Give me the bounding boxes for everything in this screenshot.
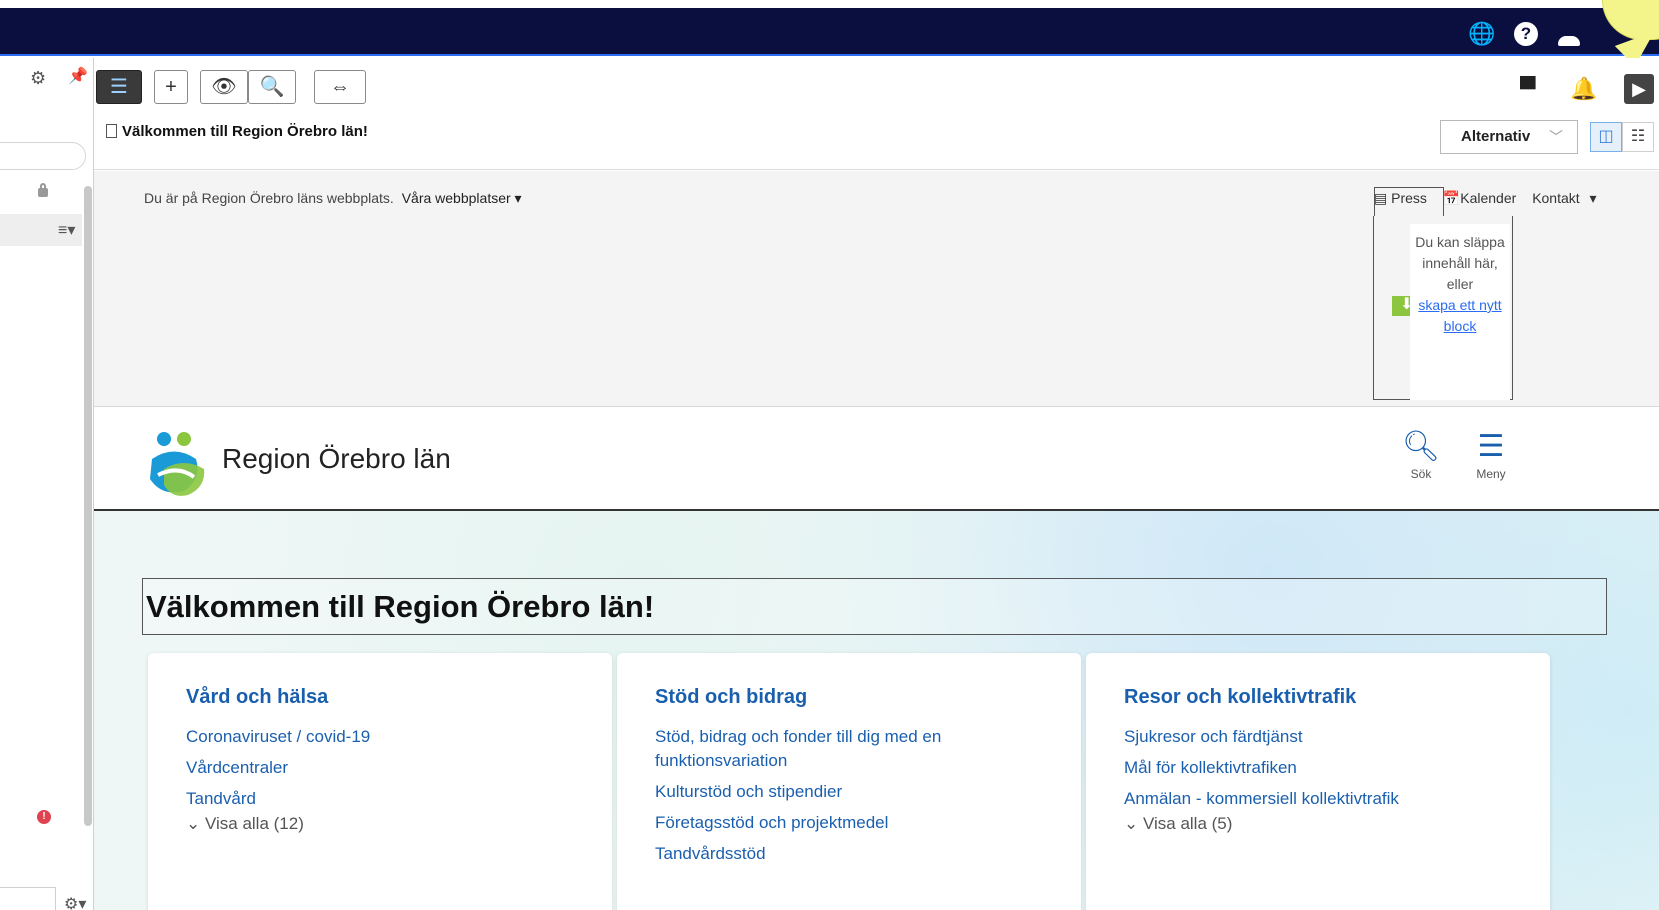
navigation-scrollbar[interactable] [84, 186, 92, 826]
card-vard-och-halsa: Vård och hälsa Coronaviruset / covid-19 … [148, 653, 612, 910]
welcome-heading[interactable]: Välkommen till Region Örebro län! [142, 578, 1607, 635]
region-logo[interactable] [144, 429, 210, 499]
card-link[interactable]: Tandvård [186, 787, 586, 811]
site-info-bar: Du är på Region Örebro läns webbplats. V… [144, 190, 522, 207]
preview-eye-button[interactable]: 👁 [200, 70, 248, 104]
press-label: Press [1391, 190, 1427, 206]
press-link[interactable]: ▤ Press [1374, 190, 1433, 206]
tree-search-input[interactable] [0, 142, 86, 170]
menu-button[interactable]: ☰ Meny [1466, 429, 1516, 481]
contact-label: Kontakt [1532, 190, 1580, 206]
notifications-bell-icon[interactable]: 🔔 [1570, 76, 1597, 102]
alternatives-dropdown[interactable]: Alternativ ﹀ [1440, 120, 1578, 154]
compare-view-button[interactable]: 🔍 [248, 70, 296, 104]
top-bar: 🌐 ? [0, 0, 1659, 56]
card-title[interactable]: Stöd och bidrag [655, 686, 807, 709]
calendar-link[interactable]: 📅Kalender [1443, 190, 1522, 206]
comments-icon[interactable]: ▀ [1520, 76, 1536, 102]
context-menu-icon[interactable]: ≡▾ [58, 220, 75, 240]
card-resor-och-kollektivtrafik: Resor och kollektivtrafik Sjukresor och … [1086, 653, 1550, 910]
show-all-link[interactable]: ⌄ Visa alla (5) [1124, 814, 1232, 834]
alternatives-label: Alternativ [1461, 128, 1531, 145]
site-header: Region Örebro län 🔍︎ Sök ☰ Meny [94, 407, 1659, 511]
drop-zone[interactable]: Du kan släppa innehåll här, eller skapa … [1373, 216, 1513, 400]
menu-icon: ☰ [1477, 430, 1505, 463]
card-link[interactable]: Mål för kollektivtrafiken [1124, 756, 1524, 780]
site-info-text: Du är på Region Örebro läns webbplats. [144, 190, 394, 206]
card-links: Sjukresor och färdtjänst Mål för kollekt… [1124, 725, 1524, 818]
menu-label: Meny [1476, 467, 1506, 481]
card-links: Coronaviruset / covid-19 Vårdcentraler T… [186, 725, 586, 818]
card-link[interactable]: Coronaviruset / covid-19 [186, 725, 586, 749]
document-icon [106, 124, 117, 138]
search-button[interactable]: 🔍︎ Sök [1396, 429, 1446, 481]
lock-icon [38, 183, 48, 197]
search-icon: 🔍︎ [1401, 430, 1441, 463]
alert-icon: ! [37, 810, 51, 824]
pane-bottom-input[interactable] [0, 887, 56, 910]
contact-link[interactable]: Kontakt ▾ [1532, 190, 1596, 206]
card-link[interactable]: Kulturstöd och stipendier [655, 780, 1055, 804]
search-label: Sök [1410, 467, 1432, 481]
card-title[interactable]: Vård och hälsa [186, 686, 328, 709]
layout-view-button[interactable]: ◫ [1590, 122, 1622, 152]
hero-section: Välkommen till Region Örebro län! Vård o… [94, 511, 1659, 910]
card-link[interactable]: Anmälan - kommersiell kollektivtrafik [1124, 787, 1524, 811]
card-links: Stöd, bidrag och fonder till dig med en … [655, 725, 1055, 873]
drop-zone-message: Du kan släppa innehåll här, eller skapa … [1410, 224, 1510, 400]
edit-area-header: Du är på Region Örebro läns webbplats. V… [94, 171, 1659, 407]
user-icon[interactable] [1558, 36, 1580, 46]
drop-zone-text: Du kan släppa innehåll här, eller skapa … [1410, 232, 1510, 337]
pin-icon[interactable]: 📌 [68, 66, 88, 86]
create-block-link[interactable]: skapa ett nytt block [1410, 295, 1510, 337]
page-title-text: Välkommen till Region Örebro län! [122, 123, 368, 140]
card-link[interactable]: Tandvårdsstöd [655, 842, 1055, 866]
help-icon[interactable]: ? [1514, 22, 1538, 46]
show-all-link[interactable]: ⌄ Visa alla (12) [186, 814, 304, 834]
list-view-button[interactable]: ☷ [1622, 122, 1654, 152]
websites-link[interactable]: Våra webbplatser ▾ [402, 190, 522, 206]
show-all-label: Visa alla (5) [1142, 814, 1233, 833]
card-title[interactable]: Resor och kollektivtrafik [1124, 686, 1356, 709]
navigation-pane: ⚙ 📌 ≡▾ ! ⚙▾ [0, 58, 94, 910]
card-link[interactable]: Vårdcentraler [186, 756, 586, 780]
page-title: Välkommen till Region Örebro län! [106, 123, 368, 140]
side-by-side-button[interactable]: ⇔ [314, 70, 366, 104]
top-links: ▤ Press 📅Kalender Kontakt ▾ [1374, 190, 1603, 207]
card-link[interactable]: Företagsstöd och projektmedel [655, 811, 1055, 835]
site-brand-name[interactable]: Region Örebro län [222, 443, 451, 475]
globe-icon[interactable]: 🌐 [1468, 22, 1495, 46]
chevron-down-icon: ﹀ [1549, 129, 1563, 145]
editor-toolbar: ☰ + 👁 🔍 ⇔ Välkommen till Region Örebro l… [94, 58, 1659, 170]
show-all-label: Visa alla (12) [204, 814, 304, 833]
card-link[interactable]: Sjukresor och färdtjänst [1124, 725, 1524, 749]
add-button[interactable]: + [154, 70, 188, 104]
websites-link-label: Våra webbplatser [401, 190, 511, 206]
calendar-label: Kalender [1460, 190, 1517, 206]
top-edge [0, 0, 1659, 8]
publish-options-icon[interactable]: ▶ [1624, 74, 1654, 104]
card-link[interactable]: Stöd, bidrag och fonder till dig med en … [655, 725, 1055, 773]
card-stod-och-bidrag: Stöd och bidrag Stöd, bidrag och fonder … [617, 653, 1081, 910]
drop-text: Du kan släppa innehåll här, eller [1415, 234, 1505, 292]
gear-icon[interactable]: ⚙ [30, 68, 46, 89]
tree-toggle-button[interactable]: ☰ [96, 70, 142, 104]
pane-settings-gear-icon[interactable]: ⚙▾ [64, 894, 86, 910]
